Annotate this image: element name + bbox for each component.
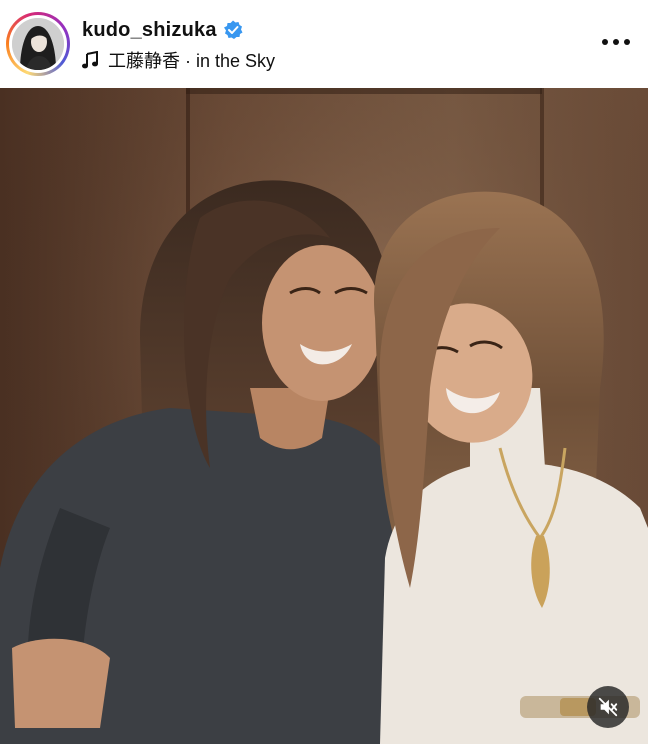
audio-label: 工藤静香 · in the Sky [108, 51, 276, 71]
more-horizontal-icon [602, 39, 630, 45]
avatar-ring-gap [9, 15, 67, 73]
verified-badge-icon [223, 20, 243, 39]
more-options-button[interactable] [596, 28, 636, 56]
photo-image [0, 88, 648, 744]
post-header: kudo_shizuka 工藤静香 · in the Sky [0, 0, 648, 88]
mute-toggle-button[interactable] [587, 686, 629, 728]
username-row: kudo_shizuka [82, 16, 243, 44]
username-link[interactable]: kudo_shizuka [82, 19, 217, 42]
avatar[interactable] [12, 18, 64, 70]
speaker-muted-icon [598, 697, 618, 717]
story-ring[interactable] [6, 12, 70, 76]
post-photo[interactable] [0, 88, 648, 744]
audio-attribution[interactable]: 工藤静香 · in the Sky [82, 48, 275, 72]
music-note-icon [82, 51, 98, 69]
avatar-image [12, 18, 64, 70]
